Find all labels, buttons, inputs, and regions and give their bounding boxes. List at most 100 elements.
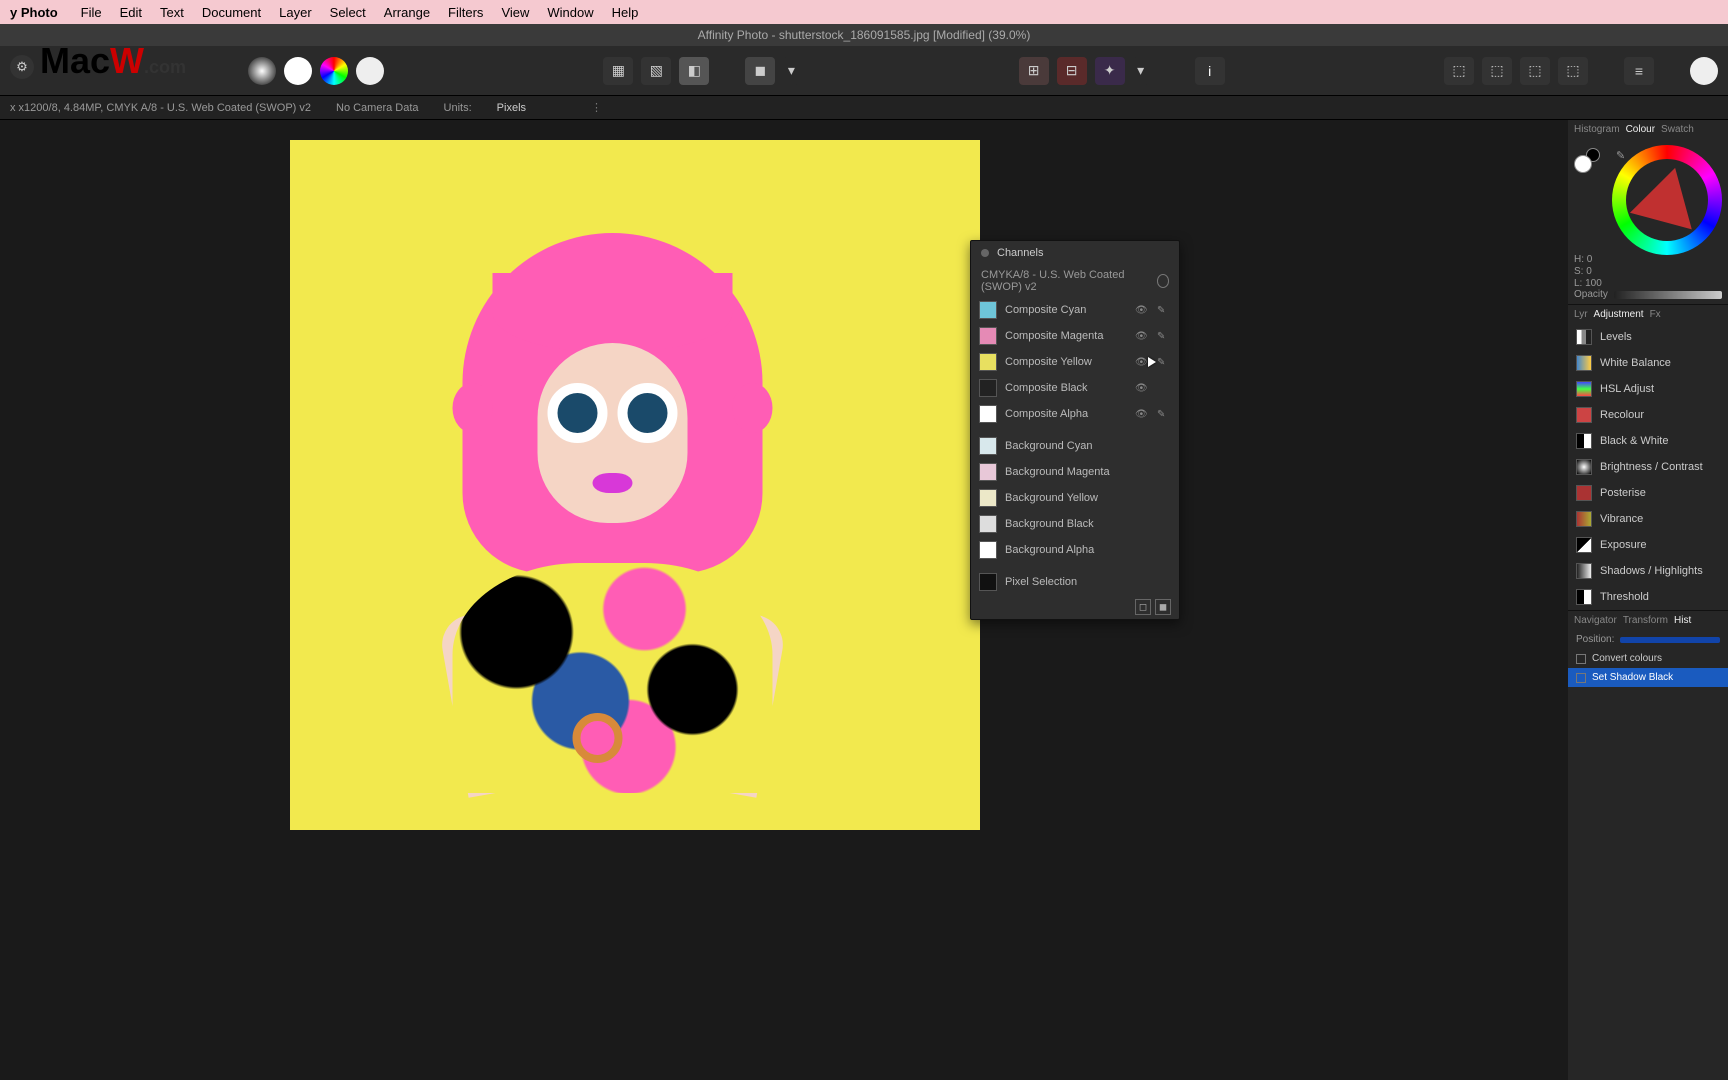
- app-name: y Photo: [10, 5, 58, 20]
- info-icon[interactable]: i: [1195, 57, 1225, 85]
- adjustment-item[interactable]: Recolour: [1568, 402, 1728, 428]
- channel-row[interactable]: Composite Alpha👁✎: [971, 401, 1179, 427]
- tab-adjustment[interactable]: Adjustment: [1594, 309, 1644, 320]
- tab-histogram[interactable]: Histogram: [1574, 124, 1620, 135]
- menu-layer[interactable]: Layer: [279, 5, 312, 20]
- persona-photo-icon[interactable]: [248, 57, 276, 85]
- channel-label: Background Cyan: [1005, 440, 1171, 452]
- menu-document[interactable]: Document: [202, 5, 261, 20]
- menu-help[interactable]: Help: [612, 5, 639, 20]
- quick-mask-icon[interactable]: ◼: [745, 57, 775, 85]
- menu-filters[interactable]: Filters: [448, 5, 483, 20]
- adjustment-item[interactable]: Brightness / Contrast: [1568, 454, 1728, 480]
- channel-swatch-icon: [979, 379, 997, 397]
- opacity-label: Opacity: [1574, 289, 1608, 300]
- persona-liquify-icon[interactable]: [284, 57, 312, 85]
- adjustment-item[interactable]: White Balance: [1568, 350, 1728, 376]
- adjustment-item[interactable]: Black & White: [1568, 428, 1728, 454]
- adjustment-label: HSL Adjust: [1600, 383, 1654, 395]
- channel-row[interactable]: Composite Black👁: [971, 375, 1179, 401]
- adjustment-item[interactable]: HSL Adjust: [1568, 376, 1728, 402]
- tab-swatches[interactable]: Swatch: [1661, 124, 1694, 135]
- eyedropper-icon[interactable]: ✎: [1616, 149, 1625, 162]
- snapping-dropdown-icon[interactable]: ▾: [1133, 57, 1149, 85]
- channels-list: Composite Cyan👁✎Composite Magenta👁✎Compo…: [971, 297, 1179, 619]
- history-item[interactable]: Convert colours: [1568, 649, 1728, 668]
- refresh-icon[interactable]: [1157, 274, 1169, 288]
- adjustment-list: LevelsWhite Balance HSL Adjust RecolourBla…: [1568, 324, 1728, 610]
- tab-effects[interactable]: Fx: [1650, 309, 1661, 320]
- tab-layers[interactable]: Lyr: [1574, 309, 1588, 320]
- canvas-viewport[interactable]: [0, 120, 1568, 1080]
- editable-icon[interactable]: ✎: [1157, 331, 1171, 342]
- visibility-icon[interactable]: 👁: [1135, 357, 1149, 368]
- channel-row[interactable]: Background Yellow: [971, 485, 1179, 511]
- editable-icon[interactable]: ✎: [1157, 409, 1171, 420]
- selection-mode-2-icon[interactable]: ▧: [641, 57, 671, 85]
- watermark-logo: MacW.com: [40, 40, 186, 82]
- menu-file[interactable]: File: [81, 5, 102, 20]
- editable-icon[interactable]: ✎: [1157, 305, 1171, 316]
- panel-menu-icon[interactable]: [981, 249, 989, 257]
- dropdown-icon[interactable]: ▾: [783, 57, 799, 85]
- menu-arrange[interactable]: Arrange: [384, 5, 430, 20]
- adjustment-item[interactable]: Posterise: [1568, 480, 1728, 506]
- document-canvas[interactable]: [290, 140, 980, 830]
- adjustment-label: Shadows / Highlights: [1600, 565, 1703, 577]
- menu-edit[interactable]: Edit: [120, 5, 142, 20]
- arrange-4-icon[interactable]: ⬚: [1558, 57, 1588, 85]
- tab-colour[interactable]: Colour: [1626, 124, 1655, 135]
- channel-label: Pixel Selection: [1005, 576, 1171, 588]
- history-item[interactable]: Set Shadow Black: [1568, 668, 1728, 687]
- tab-navigator[interactable]: Navigator: [1574, 615, 1617, 626]
- adjustment-item[interactable]: Shadows / Highlights: [1568, 558, 1728, 584]
- channel-row[interactable]: Background Magenta: [971, 459, 1179, 485]
- visibility-icon[interactable]: 👁: [1135, 409, 1149, 420]
- visibility-icon[interactable]: 👁: [1135, 331, 1149, 342]
- adjustment-item[interactable]: Vibrance: [1568, 506, 1728, 532]
- tab-history[interactable]: Hist: [1674, 615, 1691, 626]
- pixel-selection-row[interactable]: Pixel Selection: [971, 569, 1179, 595]
- foreground-background-swatch[interactable]: [1574, 145, 1604, 175]
- arrange-1-icon[interactable]: ⬚: [1444, 57, 1474, 85]
- adjustment-tabs: Lyr Adjustment Fx: [1568, 304, 1728, 324]
- quick-mask-button[interactable]: ◻: [1135, 599, 1151, 615]
- assistant-icon[interactable]: [1690, 57, 1718, 85]
- visibility-icon[interactable]: 👁: [1135, 383, 1149, 394]
- persona-export-icon[interactable]: [356, 57, 384, 85]
- selection-mode-3-icon[interactable]: ◧: [679, 57, 709, 85]
- units-value[interactable]: Pixels: [497, 102, 526, 114]
- adjustment-item[interactable]: Threshold: [1568, 584, 1728, 610]
- adjustment-label: Brightness / Contrast: [1600, 461, 1703, 473]
- channels-panel[interactable]: Channels CMYKA/8 - U.S. Web Coated (SWOP…: [970, 240, 1180, 620]
- channel-swatch-icon: [979, 301, 997, 319]
- gear-icon[interactable]: ⚙: [10, 55, 34, 79]
- selection-mode-1-icon[interactable]: ▦: [603, 57, 633, 85]
- snapping-1-icon[interactable]: ⊞: [1019, 57, 1049, 85]
- menu-view[interactable]: View: [501, 5, 529, 20]
- tab-transform[interactable]: Transform: [1623, 615, 1668, 626]
- channel-row[interactable]: Composite Magenta👁✎: [971, 323, 1179, 349]
- channel-row[interactable]: Composite Cyan👁✎: [971, 297, 1179, 323]
- menu-text[interactable]: Text: [160, 5, 184, 20]
- invert-button[interactable]: ◼: [1155, 599, 1171, 615]
- menu-window[interactable]: Window: [547, 5, 593, 20]
- visibility-icon[interactable]: 👁: [1135, 305, 1149, 316]
- channel-row[interactable]: Background Black: [971, 511, 1179, 537]
- history-slider[interactable]: [1620, 637, 1720, 643]
- snapping-2-icon[interactable]: ⊟: [1057, 57, 1087, 85]
- align-icon[interactable]: ≡: [1624, 57, 1654, 85]
- menu-select[interactable]: Select: [330, 5, 366, 20]
- adjustment-item[interactable]: Exposure: [1568, 532, 1728, 558]
- channel-row[interactable]: Background Cyan: [971, 433, 1179, 459]
- snapping-3-icon[interactable]: ✦: [1095, 57, 1125, 85]
- arrange-3-icon[interactable]: ⬚: [1520, 57, 1550, 85]
- persona-develop-icon[interactable]: [320, 57, 348, 85]
- arrange-2-icon[interactable]: ⬚: [1482, 57, 1512, 85]
- opacity-slider[interactable]: [1614, 291, 1722, 299]
- adjustment-item[interactable]: Levels: [1568, 324, 1728, 350]
- units-dropdown-icon[interactable]: ⋮: [591, 101, 602, 114]
- hsl-readout: H: 0 S: 0 L: 100: [1574, 254, 1602, 290]
- channel-label: Background Black: [1005, 518, 1171, 530]
- channel-row[interactable]: Background Alpha: [971, 537, 1179, 563]
